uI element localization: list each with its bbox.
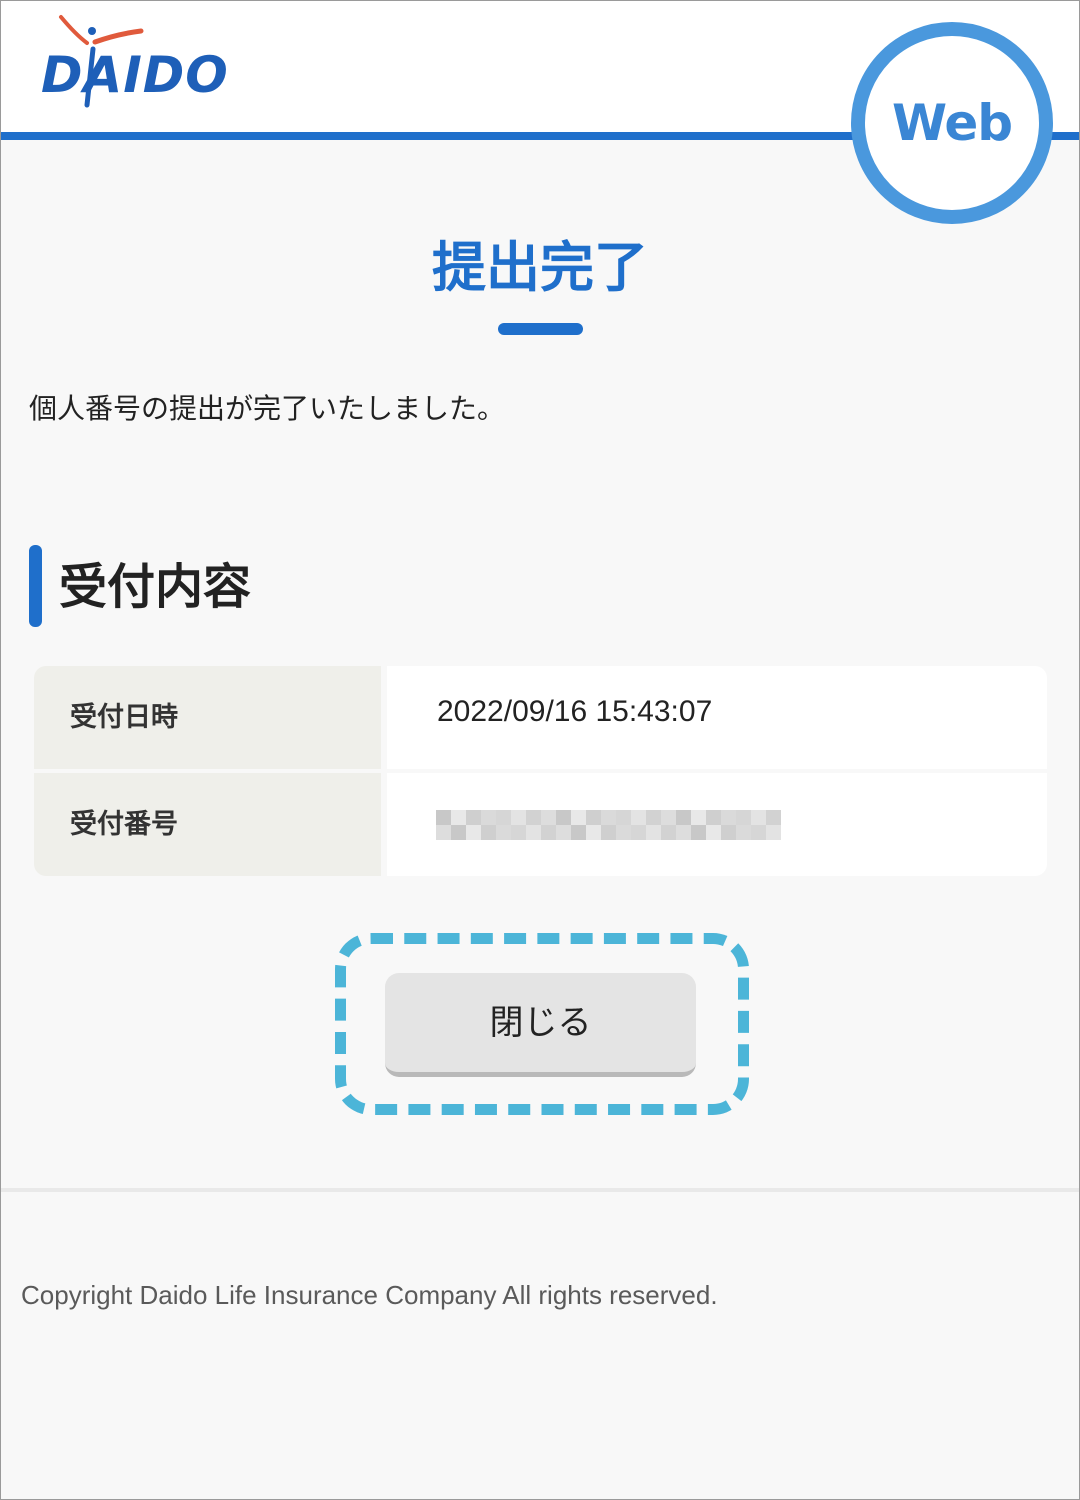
- close-button-label: 閉じる: [489, 1002, 592, 1043]
- mosaic-cell: [631, 810, 646, 825]
- copyright-text: Copyright Daido Life Insurance Company A…: [21, 1280, 718, 1310]
- mosaic-cell: [451, 810, 466, 825]
- mosaic-cell: [466, 825, 481, 840]
- mosaic-redaction-icon: [436, 810, 781, 840]
- footer-divider: [1, 1188, 1079, 1192]
- mosaic-cell: [541, 825, 556, 840]
- mosaic-cell: [751, 810, 766, 825]
- table-row: 受付日時 2022/09/16 15:43:07: [34, 666, 1047, 769]
- mosaic-cell: [661, 825, 676, 840]
- mosaic-cell: [661, 810, 676, 825]
- mosaic-cell: [691, 810, 706, 825]
- logo-wordmark: DAIDO: [41, 46, 229, 104]
- mosaic-cell: [646, 825, 661, 840]
- mosaic-cell: [466, 810, 481, 825]
- mosaic-cell: [541, 810, 556, 825]
- mosaic-cell: [511, 810, 526, 825]
- mosaic-cell: [571, 810, 586, 825]
- receipt-datetime-label: 受付日時: [34, 666, 381, 769]
- mosaic-cell: [571, 825, 586, 840]
- receipt-number-cell: [387, 773, 1047, 876]
- mosaic-cell: [721, 810, 736, 825]
- page-title: 提出完了: [432, 236, 648, 299]
- mosaic-cell: [676, 810, 691, 825]
- table-row: 受付番号: [34, 773, 1047, 876]
- receipt-number-label: 受付番号: [34, 773, 381, 876]
- section-accent-bar: [29, 545, 42, 627]
- web-badge: Web: [851, 22, 1053, 224]
- mosaic-cell: [526, 810, 541, 825]
- title-underline: [498, 323, 583, 335]
- mosaic-cell: [526, 825, 541, 840]
- mosaic-cell: [721, 825, 736, 840]
- section-title: 受付内容: [59, 559, 252, 615]
- completion-message: 個人番号の提出が完了いたしました。: [29, 392, 506, 425]
- mosaic-cell: [631, 825, 646, 840]
- mosaic-cell: [556, 810, 571, 825]
- web-badge-label: Web: [891, 94, 1013, 152]
- mosaic-cell: [706, 825, 721, 840]
- mosaic-cell: [766, 810, 781, 825]
- mosaic-cell: [616, 810, 631, 825]
- mosaic-cell: [586, 825, 601, 840]
- mosaic-cell: [436, 825, 451, 840]
- receipt-datetime-value: 2022/09/16 15:43:07: [437, 695, 713, 728]
- mosaic-cell: [751, 825, 766, 840]
- mosaic-cell: [481, 810, 496, 825]
- mosaic-cell: [601, 825, 616, 840]
- page-frame: DAIDO Web 提出完了 個人番号の提出が完了いたしました。 受付内容 受付…: [0, 0, 1080, 1500]
- mosaic-cell: [481, 825, 496, 840]
- mosaic-cell: [646, 810, 661, 825]
- mosaic-cell: [586, 810, 601, 825]
- mosaic-cell: [706, 810, 721, 825]
- daido-logo[interactable]: DAIDO: [37, 9, 228, 119]
- mosaic-cell: [496, 825, 511, 840]
- mosaic-cell: [556, 825, 571, 840]
- mosaic-cell: [691, 825, 706, 840]
- mosaic-cell: [511, 825, 526, 840]
- mosaic-cell: [736, 825, 751, 840]
- close-button[interactable]: 閉じる: [385, 973, 696, 1077]
- mosaic-cell: [601, 810, 616, 825]
- mosaic-cell: [616, 825, 631, 840]
- mosaic-cell: [451, 825, 466, 840]
- mosaic-cell: [496, 810, 511, 825]
- mosaic-cell: [436, 810, 451, 825]
- mosaic-cell: [676, 825, 691, 840]
- mosaic-cell: [766, 825, 781, 840]
- mosaic-cell: [736, 810, 751, 825]
- receipt-datetime-cell: 2022/09/16 15:43:07: [387, 666, 1047, 769]
- receipt-details-table: 受付日時 2022/09/16 15:43:07 受付番号: [34, 666, 1047, 876]
